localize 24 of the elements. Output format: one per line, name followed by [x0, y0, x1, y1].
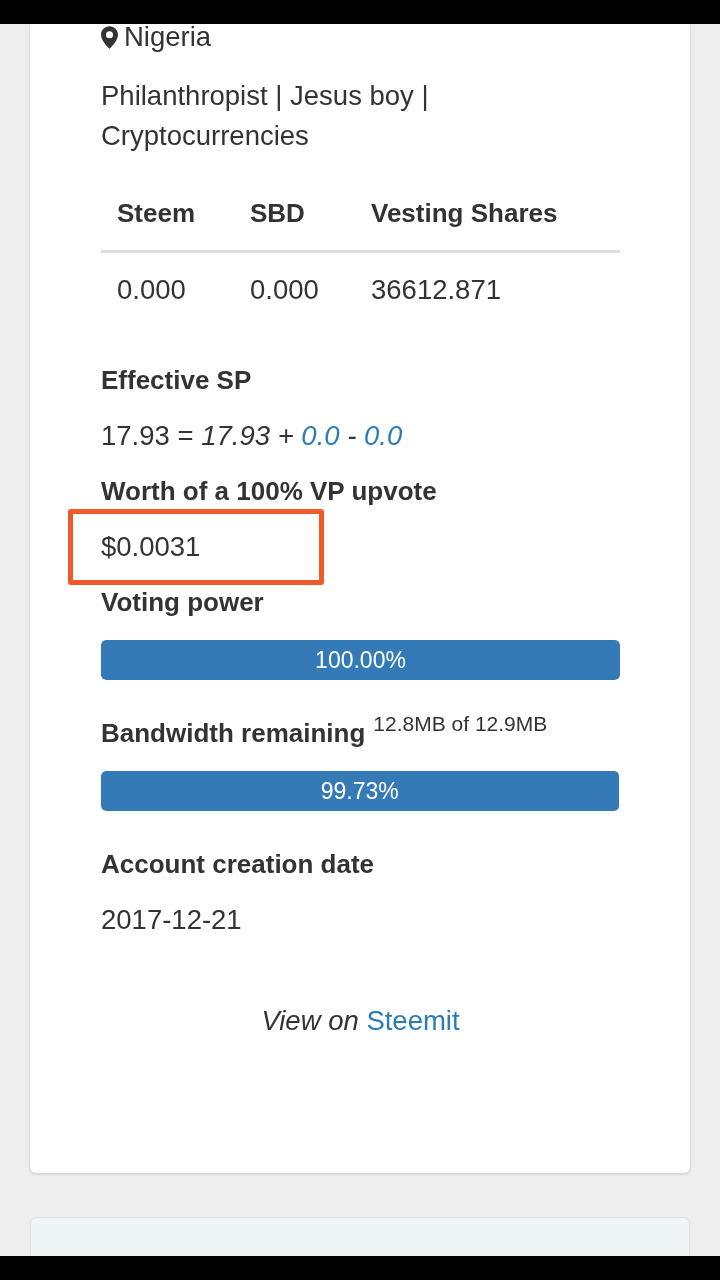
column-header: Vesting Shares: [355, 180, 620, 252]
section-heading: Bandwidth remaining: [101, 718, 366, 748]
value-text: $0.0031: [101, 532, 201, 562]
section-heading: Effective SP: [101, 365, 252, 395]
value-text: 2017-12-21: [101, 905, 242, 935]
amount-link[interactable]: 0.0: [364, 420, 403, 451]
progress-reading: 99.73%: [320, 778, 399, 804]
bio-text: Philanthropist | Jesus boy | Cryptocurrencies: [101, 79, 430, 153]
view-on-text: View on Steemit: [260, 1006, 461, 1036]
steemit-link[interactable]: Steemit: [366, 1005, 460, 1036]
section-heading: Voting power: [101, 587, 264, 617]
location-text: Nigeria: [124, 24, 212, 50]
superscript-note: 12.8MB of 12.9MB: [373, 714, 548, 734]
progress-reading: 100.00%: [315, 647, 406, 673]
section-heading: Worth of a 100% VP upvote: [101, 476, 437, 506]
effective-sp-formula: 17.93 = 17.93 + 0.0 - 0.0: [101, 421, 404, 451]
map-pin-icon: [101, 25, 118, 49]
table-cell: 36612.871: [355, 251, 620, 327]
table-cell: 0.000: [234, 251, 355, 327]
column-header: SBD: [234, 180, 355, 252]
section-heading: Account creation date: [101, 849, 375, 879]
table-cell: 0.000: [101, 251, 234, 327]
amount-link[interactable]: 0.0: [301, 420, 340, 451]
column-header: Steem: [101, 180, 234, 252]
